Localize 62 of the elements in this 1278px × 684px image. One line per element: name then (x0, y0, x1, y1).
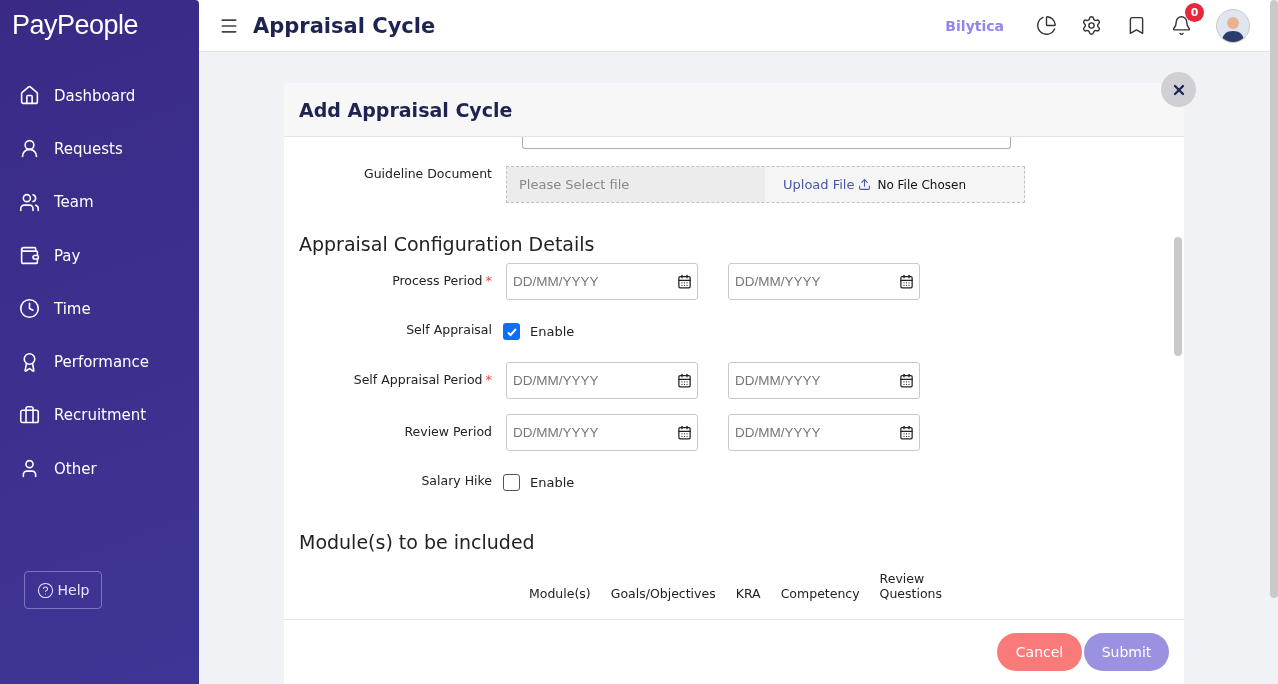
calendar-icon[interactable] (899, 274, 914, 289)
modal-title: Add Appraisal Cycle (299, 98, 513, 121)
notification-count: 0 (1185, 3, 1204, 22)
field-label: Salary Hike (420, 473, 492, 488)
column-header: Module(s) (529, 586, 591, 601)
checkbox[interactable] (503, 323, 520, 340)
nav-item[interactable]: Pay (12, 228, 199, 283)
checkbox[interactable] (503, 474, 520, 491)
help-button[interactable]: Help (24, 571, 102, 610)
field-label: Process Period * (391, 272, 492, 288)
calendar-icon[interactable] (677, 425, 692, 440)
file-field[interactable]: Please Select file Upload File No File Chosen (506, 166, 1025, 203)
checkbox-label: Enable (530, 475, 575, 490)
pie-chart-icon[interactable] (1036, 15, 1057, 36)
calendar-icon[interactable] (677, 373, 692, 388)
date-field[interactable]: DD/MM/YYYY (506, 362, 698, 399)
checkbox-label: Enable (530, 324, 575, 339)
section-title: Appraisal Configuration Details (299, 233, 596, 255)
wallet-icon (19, 245, 40, 267)
column-header: Competency (780, 586, 860, 601)
settings-icon[interactable] (1081, 15, 1102, 36)
briefcase-icon (19, 404, 40, 426)
nav-item[interactable]: Recruitment (12, 388, 199, 443)
date-field[interactable]: DD/MM/YYYY (506, 414, 698, 451)
bell-icon[interactable] (1171, 15, 1192, 36)
date-field[interactable]: DD/MM/YYYY (728, 263, 920, 300)
calendar-icon[interactable] (899, 425, 914, 440)
file-status: No File Chosen (877, 177, 967, 192)
column-header: Review Questions (879, 571, 943, 601)
field-label: Self Appraisal (405, 322, 492, 337)
field-label: Review Period (403, 423, 492, 439)
nav-item[interactable]: Team (12, 175, 199, 229)
field-label: Guideline Document (363, 166, 492, 181)
required-mark: * (485, 273, 492, 288)
field-label: Self Appraisal Period * (352, 371, 492, 387)
nav-item[interactable]: Performance (12, 335, 199, 389)
section-title: Module(s) to be included (299, 531, 536, 553)
nav-item[interactable]: Time (12, 282, 199, 336)
date-field[interactable]: DD/MM/YYYY (728, 414, 920, 451)
date-field[interactable]: DD/MM/YYYY (506, 263, 698, 300)
nav-item[interactable]: Requests (12, 122, 199, 176)
column-header: KRA (735, 586, 761, 601)
house-icon (19, 85, 40, 107)
clock-icon (19, 298, 40, 320)
nav-item[interactable]: Dashboard (12, 69, 199, 123)
scrollbar-thumb[interactable] (1174, 237, 1182, 356)
calendar-icon[interactable] (677, 274, 692, 289)
date-field[interactable]: DD/MM/YYYY (728, 362, 920, 399)
page-title: Appraisal Cycle (253, 13, 437, 38)
logo: PayPeople (12, 10, 140, 41)
column-header: Goals/Objectives (610, 586, 716, 601)
nav-item[interactable]: Other (12, 442, 199, 496)
avatar[interactable] (1216, 8, 1250, 43)
required-mark: * (485, 372, 492, 387)
users-icon (19, 191, 40, 213)
upload-icon (858, 178, 872, 191)
scrollbar-thumb[interactable] (1270, 0, 1278, 598)
upload-link[interactable]: Upload File (783, 177, 872, 192)
calendar-icon[interactable] (899, 373, 914, 388)
user-icon (19, 138, 40, 160)
close-button[interactable] (1161, 72, 1196, 107)
help-icon (36, 581, 54, 599)
